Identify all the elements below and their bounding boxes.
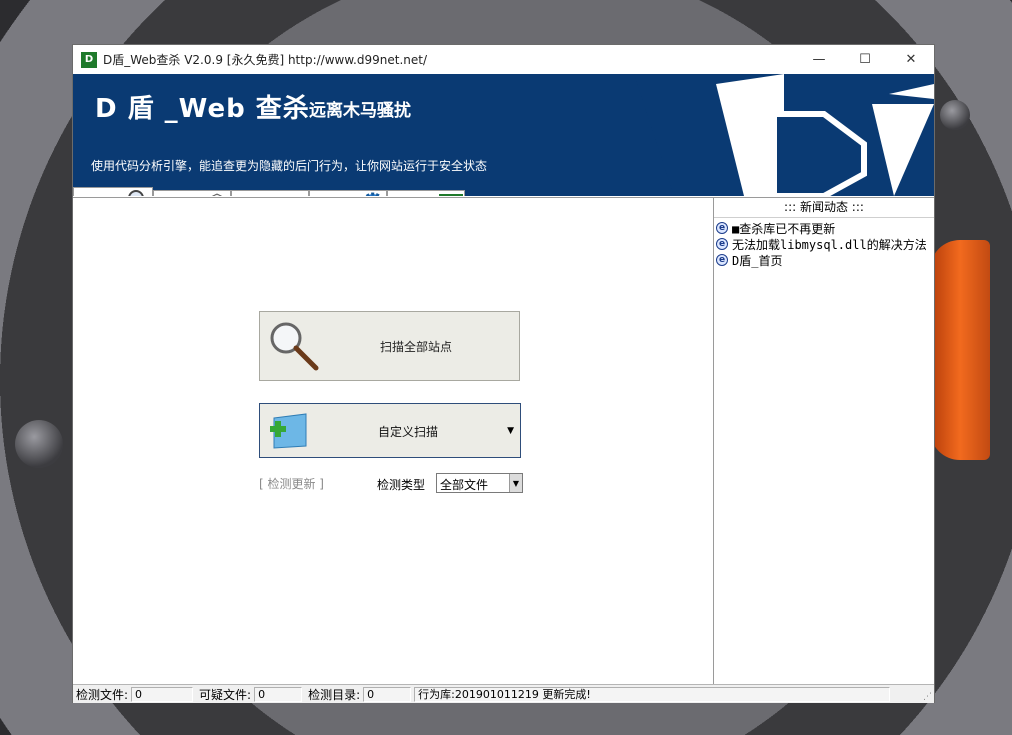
minimize-button[interactable]: — (796, 45, 842, 74)
ie-icon: e (716, 222, 728, 234)
magnifier-icon (80, 190, 144, 196)
news-item[interactable]: e D盾_首页 (716, 252, 934, 268)
news-header: ::: 新闻动态 ::: (714, 198, 934, 218)
title-bar[interactable]: D D盾_Web查杀 V2.0.9 [永久免费] http://www.d99n… (73, 45, 934, 74)
custom-scan-label: 自定义扫描 (378, 425, 439, 439)
custom-scan-button[interactable]: 自定义扫描 ▼ (259, 403, 521, 458)
suspicious-count-value: 0 (254, 686, 303, 702)
scan-all-button[interactable]: 扫描全部站点 (259, 311, 520, 381)
banner-title: D 盾 _Web 查杀 (95, 94, 310, 124)
ie-icon: e (716, 254, 728, 266)
folder-lock-icon (238, 195, 266, 197)
tab-scan[interactable]: 查杀 (73, 187, 153, 196)
scan-type-value: 全部文件 (440, 478, 489, 492)
scan-type-label: 检测类型 (377, 478, 426, 492)
close-button[interactable]: ✕ (888, 45, 934, 74)
tab-tools[interactable]: 工具 (231, 190, 309, 196)
tab-quarantine[interactable]: 隔离 (153, 190, 231, 196)
d-shield-logo (634, 74, 934, 196)
news-item[interactable]: e ■查杀库已不再更新 (716, 220, 934, 236)
desktop-knob (940, 100, 970, 130)
news-item-text: 无法加载libmysql.dll的解决方法 (732, 237, 927, 252)
files-count-label: 检测文件: (76, 687, 129, 702)
box-icon (160, 193, 223, 196)
chevron-down-icon[interactable]: ▼ (509, 474, 522, 492)
desktop-knob (15, 420, 63, 468)
scan-panel: 扫描全部站点 自定义扫描 ▼ [ 检测更新 ] 检测类型 全部文件 ▼ (73, 198, 713, 685)
check-update-link[interactable]: [ 检测更新 ] (259, 475, 324, 492)
desktop-orange-accent (930, 240, 990, 460)
banner: D 盾 _Web 查杀 远离木马骚扰 使用代码分析引擎，能追查更为隐藏的后门行为… (73, 74, 934, 196)
news-item-text: ■查杀库已不再更新 (732, 221, 836, 236)
folder-add-icon (266, 408, 312, 457)
app-window: D D盾_Web查杀 V2.0.9 [永久免费] http://www.d99n… (72, 44, 935, 703)
banner-subtitle: 远离木马骚扰 (309, 101, 411, 121)
news-item-text: D盾_首页 (732, 253, 783, 268)
app-icon: D (81, 51, 97, 68)
status-bar: 检测文件: 0 可疑文件: 0 检测目录: 0 行为库:201901011219… (73, 684, 934, 703)
news-panel: ::: 新闻动态 ::: e ■查杀库已不再更新 e 无法加载libmysql.dl… (713, 198, 934, 685)
tab-options[interactable]: 选项 (309, 190, 387, 196)
scan-type-select[interactable]: 全部文件 ▼ (436, 473, 523, 493)
suspicious-count-label: 可疑文件: (199, 687, 252, 702)
magnifier-icon (266, 318, 320, 375)
library-status: 行为库:201901011219 更新完成! (414, 686, 891, 702)
tab-content: 扫描全部站点 自定义扫描 ▼ [ 检测更新 ] 检测类型 全部文件 ▼ ::: … (73, 197, 934, 685)
ie-icon: e (716, 238, 728, 250)
scan-all-label: 扫描全部站点 (380, 340, 453, 354)
gear-icon (316, 192, 382, 196)
tab-bar: 查杀 隔离 工具 选项 D (73, 187, 465, 196)
files-count-value: 0 (131, 686, 194, 702)
window-title: D盾_Web查杀 V2.0.9 [永久免费] http://www.d99net… (103, 53, 428, 67)
dirs-count-label: 检测目录: (308, 687, 361, 702)
news-item[interactable]: e 无法加载libmysql.dll的解决方法 (716, 236, 934, 252)
d-logo-icon: D (394, 194, 463, 196)
dirs-count-value: 0 (363, 686, 412, 702)
maximize-button[interactable]: ☐ (842, 45, 888, 74)
tab-about[interactable]: D 关于 (387, 190, 465, 196)
banner-tagline: 使用代码分析引擎，能追查更为隐藏的后门行为，让你网站运行于安全状态 (91, 159, 488, 173)
resize-grip-icon[interactable]: ⋰ (923, 692, 932, 702)
dropdown-arrow-icon[interactable]: ▼ (507, 426, 514, 436)
news-list: e ■查杀库已不再更新 e 无法加载libmysql.dll的解决方法 e D盾_首页 (714, 218, 934, 268)
